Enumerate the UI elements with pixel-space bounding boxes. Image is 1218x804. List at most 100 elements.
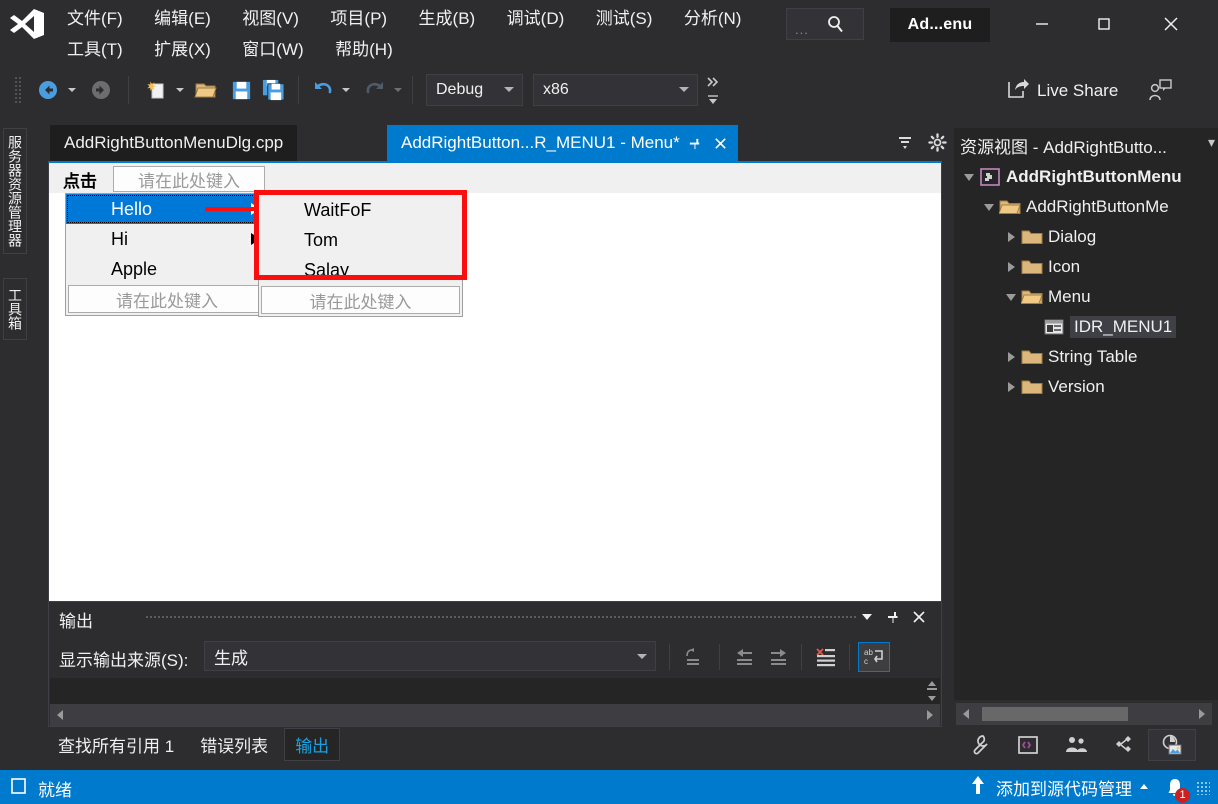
tab-idr-menu1-menu[interactable]: AddRightButton...R_MENU1 - Menu* bbox=[387, 125, 738, 161]
output-horizontal-scrollbar[interactable] bbox=[50, 704, 940, 726]
send-feedback-icon[interactable] bbox=[1147, 78, 1173, 104]
resize-grip-icon[interactable] bbox=[1196, 780, 1210, 795]
menu-item-hello[interactable]: Hello bbox=[66, 194, 268, 224]
menu-file[interactable]: 文件(F) bbox=[58, 5, 132, 33]
tab-output[interactable]: 输出 bbox=[284, 727, 341, 761]
sidebar-tab-server-explorer[interactable]: 服务器资源管理器 bbox=[3, 128, 27, 254]
redo-button[interactable] bbox=[360, 76, 390, 104]
solution-explorer-icon[interactable] bbox=[1004, 729, 1052, 761]
navigate-forward-button[interactable] bbox=[85, 76, 117, 104]
toolbar-grip[interactable] bbox=[14, 76, 22, 104]
live-share-button[interactable]: Live Share bbox=[1006, 76, 1118, 106]
tree-item-idr-menu1[interactable]: IDR_MENU1 bbox=[954, 312, 1218, 342]
open-file-button[interactable] bbox=[190, 76, 222, 104]
output-close-icon[interactable] bbox=[907, 605, 931, 629]
menu-item-apple[interactable]: Apple bbox=[66, 254, 268, 284]
toolbar-overflow-button[interactable] bbox=[706, 74, 722, 108]
previous-message-button[interactable] bbox=[729, 642, 759, 672]
tree-item-string-table[interactable]: String Table bbox=[954, 342, 1218, 372]
output-text-area[interactable] bbox=[50, 678, 940, 704]
solution-platform-combo[interactable]: x86 bbox=[533, 74, 698, 106]
twisty-right-icon[interactable] bbox=[1002, 378, 1020, 396]
dropdown1-type-here[interactable]: 请在此处键入 bbox=[68, 285, 266, 313]
add-to-source-control-button[interactable]: 添加到源代码管理 bbox=[996, 775, 1150, 800]
tree-item-project[interactable]: AddRightButtonMe bbox=[954, 192, 1218, 222]
scroll-left-icon[interactable] bbox=[960, 707, 974, 721]
solution-configuration-combo[interactable]: Debug bbox=[426, 74, 523, 106]
go-to-message-button[interactable] bbox=[679, 642, 709, 672]
class-view-icon[interactable] bbox=[1100, 729, 1148, 761]
active-files-dropdown-icon[interactable] bbox=[892, 129, 918, 155]
notifications-bell-icon[interactable]: 1 bbox=[1158, 775, 1192, 803]
navigate-back-button[interactable] bbox=[32, 76, 64, 104]
tree-item-icon[interactable]: Icon bbox=[954, 252, 1218, 282]
scroll-right-icon[interactable] bbox=[1194, 707, 1208, 721]
new-project-button[interactable] bbox=[140, 76, 172, 104]
close-button[interactable] bbox=[1148, 6, 1194, 42]
dropdown2-type-here[interactable]: 请在此处键入 bbox=[261, 286, 460, 314]
undo-button[interactable] bbox=[308, 76, 338, 104]
tree-item-dialog[interactable]: Dialog bbox=[954, 222, 1218, 252]
twisty-right-icon[interactable] bbox=[1002, 258, 1020, 276]
toggle-word-wrap-button[interactable]: ab c bbox=[858, 642, 890, 672]
twisty-down-icon[interactable] bbox=[980, 198, 998, 216]
tree-item-menu[interactable]: Menu bbox=[954, 282, 1218, 312]
output-drag-grip[interactable] bbox=[145, 615, 857, 620]
menu-item-tom[interactable]: Tom bbox=[259, 225, 462, 255]
resource-view-overflow-icon[interactable]: ▾ bbox=[1208, 134, 1215, 151]
navigate-back-dropdown[interactable] bbox=[66, 84, 78, 96]
menu-item-hi[interactable]: Hi bbox=[66, 224, 268, 254]
menu-strip-item-root[interactable]: 点击 bbox=[53, 166, 107, 192]
close-tab-icon[interactable] bbox=[710, 131, 732, 155]
menu-item-label: Apple bbox=[111, 258, 158, 279]
menu-debug[interactable]: 调试(D) bbox=[498, 5, 574, 33]
twisty-right-icon[interactable] bbox=[1002, 348, 1020, 366]
output-pin-icon[interactable] bbox=[881, 605, 905, 629]
output-vertical-scroll[interactable] bbox=[925, 678, 939, 704]
quick-launch-search[interactable]: ... bbox=[786, 8, 864, 40]
save-button[interactable] bbox=[226, 76, 256, 104]
resource-view-icon[interactable] bbox=[1148, 729, 1196, 761]
tree-item-solution[interactable]: AddRightButtonMenu bbox=[954, 162, 1218, 192]
undo-dropdown[interactable] bbox=[340, 84, 352, 96]
menu-window[interactable]: 窗口(W) bbox=[233, 36, 312, 64]
tab-error-list[interactable]: 错误列表 bbox=[190, 729, 278, 760]
menu-build[interactable]: 生成(B) bbox=[410, 5, 485, 33]
minimize-button[interactable] bbox=[1019, 6, 1065, 42]
menu-edit[interactable]: 编辑(E) bbox=[145, 5, 220, 33]
new-project-dropdown[interactable] bbox=[174, 84, 186, 96]
menu-test[interactable]: 测试(S) bbox=[587, 5, 662, 33]
menu-project[interactable]: 项目(P) bbox=[321, 5, 396, 33]
scroll-right-icon[interactable] bbox=[922, 708, 936, 722]
save-all-button[interactable] bbox=[258, 76, 288, 104]
twisty-down-icon[interactable] bbox=[1002, 288, 1020, 306]
menu-extensions[interactable]: 扩展(X) bbox=[145, 36, 220, 64]
menu-strip-type-here[interactable]: 请在此处键入 bbox=[113, 166, 265, 192]
twisty-down-icon[interactable] bbox=[960, 168, 978, 186]
settings-gear-icon[interactable] bbox=[924, 129, 950, 155]
menu-item-waitfof[interactable]: WaitFoF bbox=[259, 195, 462, 225]
menu-help[interactable]: 帮助(H) bbox=[326, 36, 402, 64]
menu-tools[interactable]: 工具(T) bbox=[58, 36, 132, 64]
menu-view[interactable]: 视图(V) bbox=[233, 5, 308, 33]
next-message-button[interactable] bbox=[764, 642, 794, 672]
pin-tab-icon[interactable] bbox=[684, 131, 706, 155]
output-source-combo[interactable]: 生成 bbox=[204, 641, 656, 671]
tab-find-all-references[interactable]: 查找所有引用 1 bbox=[48, 729, 184, 760]
clear-all-button[interactable] bbox=[811, 642, 841, 672]
maximize-button[interactable] bbox=[1081, 6, 1127, 42]
resource-view-horizontal-scrollbar[interactable] bbox=[956, 703, 1212, 725]
tab-addrightbuttonmenudlg-cpp[interactable]: AddRightButtonMenuDlg.cpp bbox=[50, 125, 298, 161]
redo-dropdown[interactable] bbox=[392, 84, 404, 96]
output-window-dropdown-icon[interactable] bbox=[855, 605, 879, 629]
tree-item-version[interactable]: Version bbox=[954, 372, 1218, 402]
twisty-right-icon[interactable] bbox=[1002, 228, 1020, 246]
menu-item-salay[interactable]: Salay bbox=[259, 255, 462, 285]
source-control-upload-icon[interactable] bbox=[968, 774, 988, 801]
properties-wrench-icon[interactable] bbox=[956, 729, 1004, 761]
sidebar-tab-toolbox[interactable]: 工具箱 bbox=[3, 278, 27, 340]
scrollbar-thumb[interactable] bbox=[982, 707, 1128, 721]
scroll-left-icon[interactable] bbox=[54, 708, 68, 722]
menu-analyze[interactable]: 分析(N) bbox=[675, 5, 751, 33]
team-explorer-icon[interactable] bbox=[1052, 729, 1100, 761]
